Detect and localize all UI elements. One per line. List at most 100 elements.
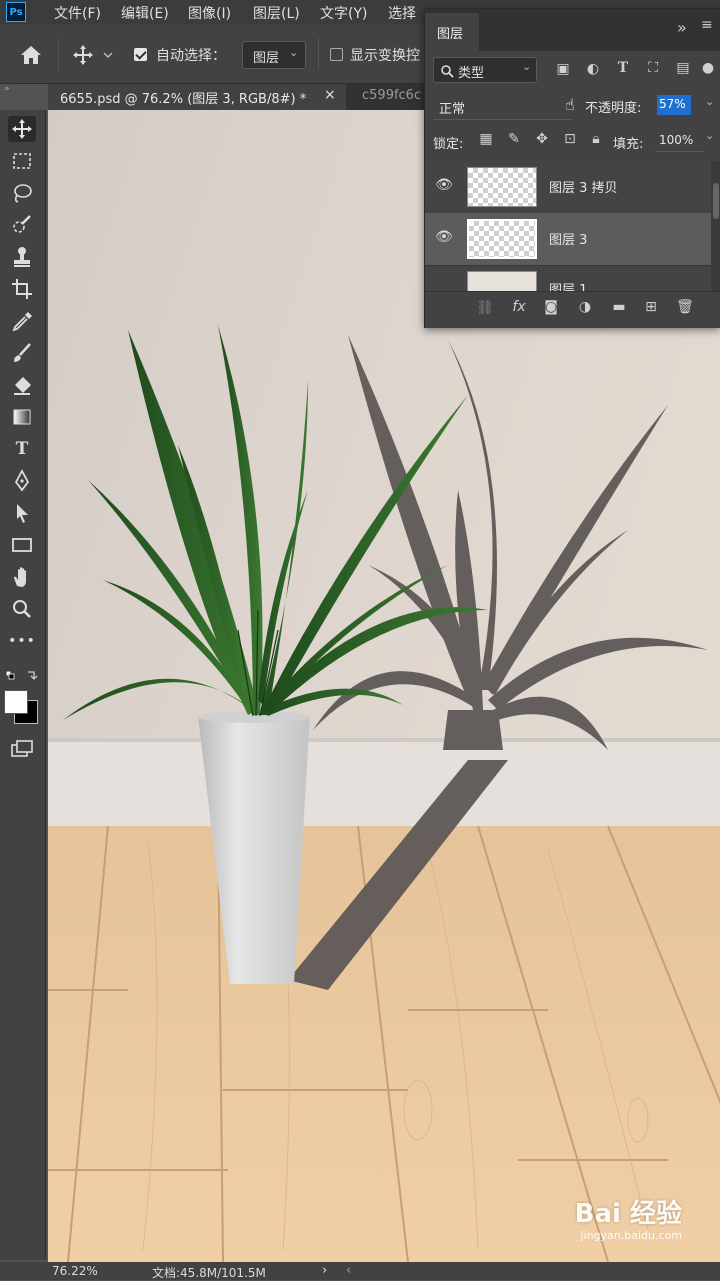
layer-row[interactable]: 图层 1: [425, 265, 711, 291]
link-layers-icon[interactable]: ⛓︎: [475, 300, 495, 316]
eye-icon[interactable]: 👁︎: [435, 177, 453, 195]
eyedropper-tool[interactable]: [8, 308, 36, 334]
pen-icon: [14, 469, 30, 492]
delete-layer-icon[interactable]: 🗑︎: [675, 299, 695, 315]
layers-panel-header: 图层 » ≡: [425, 9, 720, 51]
chevron-right-icon[interactable]: ›: [322, 1263, 327, 1278]
auto-select-checkbox[interactable]: [134, 48, 147, 61]
chevron-left-icon[interactable]: ‹: [346, 1263, 351, 1278]
chevron-down-icon[interactable]: ⌄: [705, 95, 714, 108]
foreground-color-swatch[interactable]: [4, 690, 28, 714]
chevron-down-icon[interactable]: ⌄: [705, 129, 714, 142]
tools-panel: » T •••: [0, 84, 46, 1260]
gradient-tool[interactable]: [8, 404, 36, 430]
layer-row[interactable]: 👁︎ 图层 3 拷贝: [425, 161, 711, 214]
document-info: 文档:45.8M/101.5M: [152, 1266, 266, 1280]
menu-select[interactable]: 选择: [388, 3, 416, 23]
hand-tool[interactable]: [8, 564, 36, 590]
auto-select-target-dropdown[interactable]: 图层 ⌄: [242, 41, 306, 69]
add-mask-icon[interactable]: ◙: [541, 299, 561, 315]
status-bar: 76.22% 文档:45.8M/101.5M › ‹: [0, 1262, 720, 1280]
marquee-tool[interactable]: [8, 148, 36, 174]
more-tools-button[interactable]: •••: [8, 628, 36, 654]
lock-all-icon[interactable]: 🔒︎: [587, 131, 605, 147]
crop-tool[interactable]: [8, 276, 36, 302]
chevron-down-icon: ⌄: [289, 46, 299, 59]
close-icon[interactable]: ×: [324, 87, 336, 103]
quick-select-icon: [13, 215, 31, 233]
layer-filter-value: 类型: [458, 66, 485, 81]
swap-colors-icon: [5, 670, 38, 680]
fill-input[interactable]: 100%: [655, 129, 703, 152]
photoshop-logo: Ps: [6, 2, 26, 22]
text-tool[interactable]: T: [8, 436, 36, 462]
arrow-icon: [17, 504, 28, 523]
zoom-level[interactable]: 76.22%: [52, 1264, 98, 1278]
menu-edit[interactable]: 编辑(E): [121, 3, 169, 23]
lock-pixels-icon[interactable]: ✎: [505, 131, 523, 147]
zoom-tool[interactable]: [8, 596, 36, 622]
tab-layers[interactable]: 图层: [425, 13, 479, 51]
pen-tool[interactable]: [8, 468, 36, 494]
blend-mode-value: 正常: [439, 102, 466, 117]
screen-mode-button[interactable]: [8, 736, 36, 762]
menu-type[interactable]: 文字(Y): [320, 3, 367, 23]
path-select-tool[interactable]: [8, 500, 36, 526]
filter-toggle-icon[interactable]: ●: [701, 60, 715, 76]
menu-layer[interactable]: 图层(L): [253, 3, 300, 23]
brush-tool[interactable]: [8, 340, 36, 366]
menu-file[interactable]: 文件(F): [54, 3, 101, 23]
zoom-icon: [13, 600, 31, 618]
baseboard: [48, 740, 720, 830]
show-transform-checkbox[interactable]: [330, 48, 343, 61]
scrollbar-thumb[interactable]: [713, 183, 719, 219]
panel-menu-icon[interactable]: ≡: [701, 17, 713, 33]
layers-panel-title: 图层: [437, 27, 464, 42]
eye-icon[interactable]: 👁︎: [435, 229, 453, 247]
layer-list-scrollbar[interactable]: [711, 161, 720, 291]
rectangle-tool[interactable]: [8, 532, 36, 558]
filter-pixel-icon[interactable]: ▣: [553, 61, 573, 77]
layer-style-icon[interactable]: fx: [509, 299, 529, 315]
lock-position-icon[interactable]: ✥: [533, 131, 551, 147]
more-icon: •••: [8, 633, 36, 649]
eraser-tool[interactable]: [8, 372, 36, 398]
opacity-input[interactable]: 57%: [657, 95, 691, 115]
lock-transparent-icon[interactable]: ▦: [477, 131, 495, 147]
quick-select-tool[interactable]: [8, 212, 36, 238]
screen-mode-icon: [11, 740, 33, 757]
layer-row-selected[interactable]: 👁︎ 图层 3: [425, 213, 711, 266]
layer-name: 图层 1: [549, 283, 588, 291]
move-tool[interactable]: [8, 116, 36, 142]
layer-name: 图层 3: [549, 233, 588, 248]
rectangle-icon: [12, 538, 32, 552]
filter-type-icon[interactable]: T: [613, 60, 633, 76]
separator: [318, 38, 319, 70]
move-tool-preset[interactable]: [70, 42, 114, 68]
home-button[interactable]: [16, 40, 46, 70]
fill-value: 100%: [659, 133, 694, 147]
new-layer-icon[interactable]: ⊞: [641, 299, 661, 315]
filter-shape-icon[interactable]: ⛶: [643, 60, 663, 76]
layer-filter-dropdown[interactable]: 类型 ⌄: [433, 57, 537, 83]
lasso-tool[interactable]: [8, 180, 36, 206]
collapse-icon[interactable]: »: [4, 84, 40, 104]
opacity-label: 不透明度:: [585, 101, 642, 116]
home-icon: [21, 46, 41, 64]
swap-colors-button[interactable]: [4, 668, 40, 682]
stamp-tool[interactable]: [8, 244, 36, 270]
blend-mode-dropdown[interactable]: 正常: [433, 93, 573, 120]
filter-adjustment-icon[interactable]: ◐: [583, 61, 603, 77]
separator: [58, 38, 59, 70]
stamp-icon: [14, 247, 30, 267]
filter-smart-object-icon[interactable]: ▤: [673, 60, 693, 76]
collapse-panel-icon[interactable]: »: [677, 18, 687, 37]
layer-thumbnail: [467, 219, 537, 259]
menu-image[interactable]: 图像(I): [188, 3, 231, 23]
baseboard-edge: [48, 738, 720, 742]
new-group-icon[interactable]: ▬: [609, 299, 629, 315]
tab-6655-psd[interactable]: 6655.psd @ 76.2% (图层 3, RGB/8#) * ×: [48, 84, 346, 110]
tab-c599fc6c[interactable]: c599fc6c: [350, 84, 424, 110]
lock-artboard-icon[interactable]: ⊡: [561, 131, 579, 147]
adjustment-layer-icon[interactable]: ◑: [575, 299, 595, 315]
